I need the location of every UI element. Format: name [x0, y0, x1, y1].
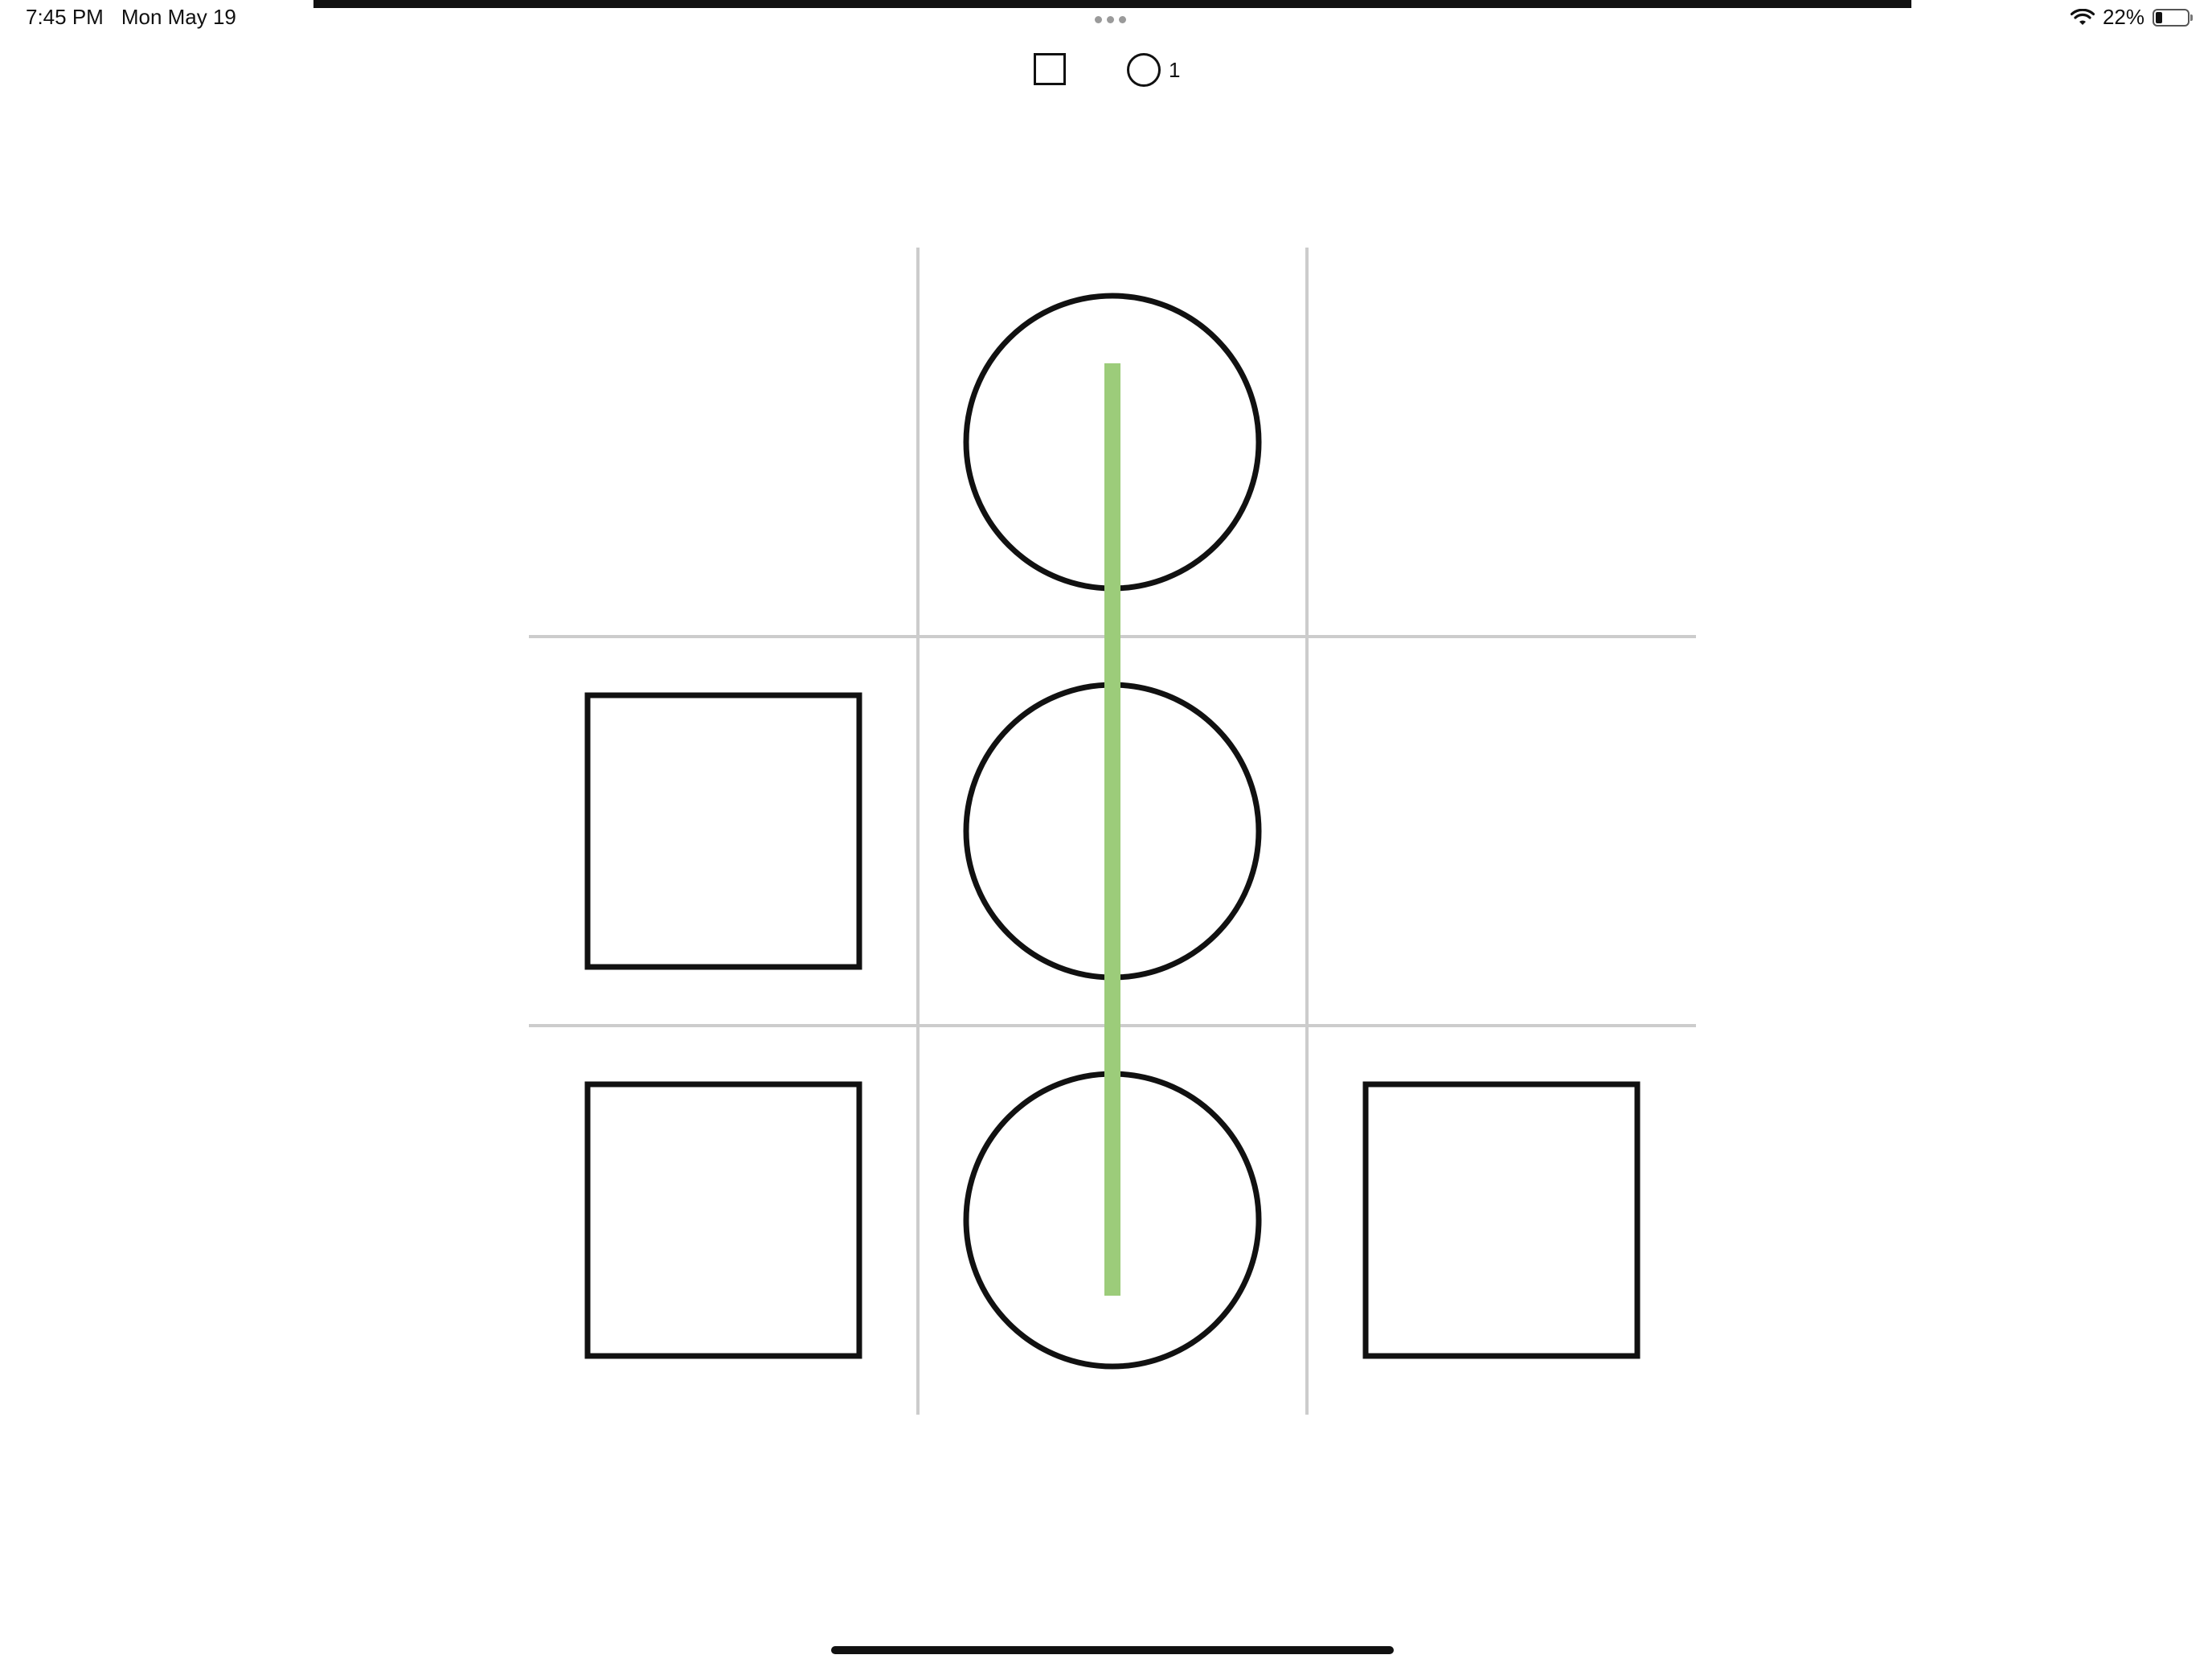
game-screen: 7:45 PM Mon May 19 22% 1 [0, 0, 2212, 1659]
home-indicator[interactable] [831, 1646, 1394, 1654]
board-cell-r2-c3[interactable] [1307, 637, 1696, 1026]
game-board [529, 248, 1696, 1415]
board-cell-r1-c3[interactable] [1307, 248, 1696, 637]
board-cell-r1-c1[interactable] [529, 248, 918, 637]
